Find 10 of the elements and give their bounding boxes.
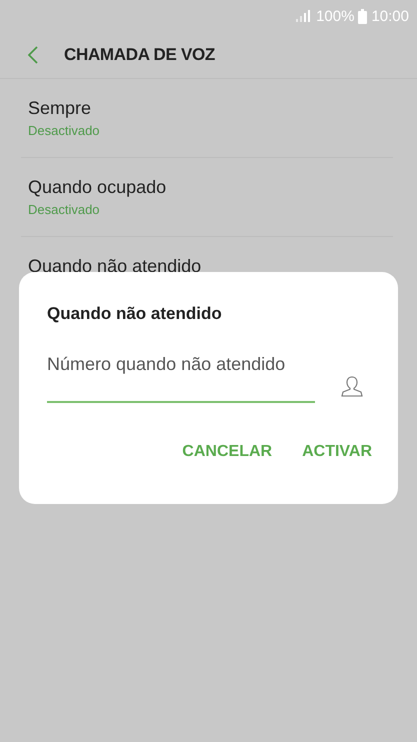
screen-title: CHAMADA DE VOZ: [64, 45, 215, 65]
battery-icon: [358, 8, 368, 24]
setting-title[interactable]: Quando ocupado: [28, 177, 166, 198]
input-field[interactable]: Número quando não atendido: [47, 354, 315, 403]
signal-icon: [296, 10, 310, 22]
setting-status: Desactivado: [28, 123, 100, 138]
dialog-title: Quando não atendido: [47, 304, 223, 324]
setting-status: Desactivado: [28, 202, 100, 217]
contact-icon[interactable]: [341, 375, 363, 397]
setting-title[interactable]: Sempre: [28, 98, 92, 119]
